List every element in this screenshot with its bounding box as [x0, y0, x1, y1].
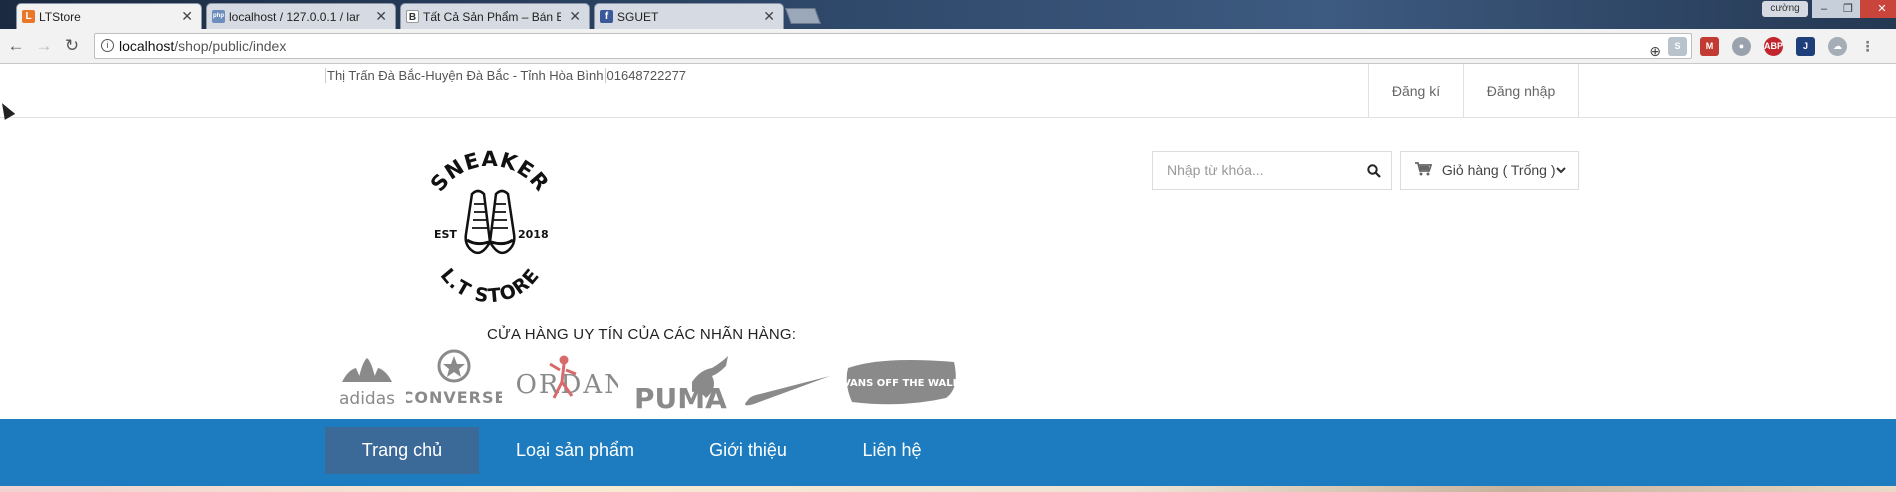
brands-title: CỬA HÀNG UY TÍN CỦA CÁC NHÃN HÀNG:	[487, 326, 797, 343]
info-icon[interactable]: i	[101, 39, 114, 52]
cart-dropdown[interactable]: Giỏ hàng ( Trống )	[1400, 151, 1579, 190]
top-info-bar: Thị Trấn Đà Bắc-Huyện Đà Bắc - Tỉnh Hòa …	[0, 64, 1896, 118]
close-tab-icon[interactable]: ✕	[763, 8, 775, 25]
url-host: localhost	[119, 38, 175, 54]
menu-icon[interactable]: ⋮	[1858, 37, 1877, 56]
nike-logo-icon[interactable]	[740, 348, 832, 418]
close-tab-icon[interactable]: ✕	[375, 8, 387, 25]
vans-logo-icon[interactable]: VANS OFF THE WALL	[842, 348, 960, 418]
adidas-logo-icon[interactable]: adidas	[334, 348, 400, 418]
store-phone: 01648722277	[604, 68, 688, 83]
tab-title: LTStore	[39, 9, 81, 24]
profile-button[interactable]: cường	[1762, 1, 1808, 17]
logo-year: 2018	[518, 228, 549, 241]
logo-bottom-text: L.T STORE	[436, 264, 544, 306]
logo-est: EST	[434, 228, 457, 241]
adblock-plus-icon[interactable]: ABP	[1764, 37, 1783, 56]
forward-arrow-icon[interactable]: →	[34, 36, 54, 56]
gmail-extension-icon[interactable]: M	[1700, 37, 1719, 56]
browser-tab-strip: L LTStore ✕ php localhost / 127.0.0.1 / …	[0, 0, 1896, 29]
page: Thị Trấn Đà Bắc-Huyện Đà Bắc - Tỉnh Hòa …	[0, 64, 1896, 492]
reload-icon[interactable]: ↻	[62, 36, 82, 56]
store-contact: Thị Trấn Đà Bắc-Huyện Đà Bắc - Tỉnh Hòa …	[325, 68, 688, 83]
tab-title: SGUET	[617, 9, 659, 24]
close-tab-icon[interactable]: ✕	[181, 8, 193, 25]
new-tab-button[interactable]	[785, 8, 821, 24]
nav-product-types[interactable]: Loại sản phẩm	[500, 427, 650, 474]
logo-top-text: SNEAKER	[426, 147, 554, 196]
window-controls: – ❐ ✕	[1812, 0, 1896, 18]
maximize-icon[interactable]: ❐	[1836, 0, 1860, 18]
tab-sguet[interactable]: f SGUET ✕	[594, 3, 784, 29]
chevron-down-icon	[1556, 152, 1566, 189]
cart-label: Giỏ hàng ( Trống )	[1441, 162, 1556, 178]
address-toolbar: ← → ↻ i localhost/shop/public/index ⊕ ☆ …	[0, 29, 1896, 64]
tab-all-products[interactable]: B Tất Cả Sản Phẩm – Bán B ✕	[400, 3, 590, 29]
skype-extension-icon[interactable]: S	[1668, 37, 1687, 56]
minimize-icon[interactable]: –	[1812, 0, 1836, 18]
close-tab-icon[interactable]: ✕	[569, 8, 581, 25]
login-link[interactable]: Đăng nhập	[1463, 64, 1579, 118]
nav-contact[interactable]: Liên hệ	[846, 427, 938, 474]
facebook-favicon-icon: f	[600, 10, 613, 23]
svg-text:VANS OFF THE WALL: VANS OFF THE WALL	[843, 378, 960, 389]
search-placeholder: Nhập từ khóa...	[1167, 162, 1264, 178]
cloud-extension-icon[interactable]: ☁	[1828, 37, 1847, 56]
jordan-logo-icon[interactable]: JORDAN	[514, 348, 618, 418]
url-bar[interactable]: i localhost/shop/public/index ⊕ ☆	[94, 33, 1692, 59]
tab-ltstore[interactable]: L LTStore ✕	[16, 3, 202, 29]
ltstore-favicon-icon: L	[22, 10, 35, 23]
svg-text:CONVERSE: CONVERSE	[406, 388, 502, 407]
bold-b-favicon-icon: B	[406, 10, 419, 23]
sneakers-icon	[464, 189, 516, 255]
nav-home[interactable]: Trang chủ	[325, 427, 479, 474]
tab-title: Tất Cả Sản Phẩm – Bán B	[423, 9, 561, 24]
puma-logo-icon[interactable]: PUMA	[630, 348, 734, 418]
tab-phpmyadmin[interactable]: php localhost / 127.0.0.1 / lar ✕	[206, 3, 396, 29]
url-path: /shop/public/index	[174, 38, 287, 54]
shopping-cart-icon	[1415, 162, 1436, 178]
back-arrow-icon[interactable]: ←	[6, 36, 26, 56]
svg-text:JORDAN: JORDAN	[514, 370, 618, 400]
search-input[interactable]: Nhập từ khóa...	[1152, 151, 1392, 190]
store-address: Thị Trấn Đà Bắc-Huyện Đà Bắc - Tỉnh Hòa …	[325, 68, 605, 83]
main-nav: Trang chủ Loại sản phẩm Giới thiệu Liên …	[0, 419, 1896, 486]
hero-banner	[0, 486, 1896, 492]
j-extension-icon[interactable]: J	[1796, 37, 1815, 56]
svg-text:adidas: adidas	[339, 389, 395, 409]
zoom-icon[interactable]: ⊕	[1649, 39, 1661, 63]
register-link[interactable]: Đăng kí	[1368, 64, 1463, 118]
nav-about[interactable]: Giới thiệu	[692, 427, 804, 474]
phpmyadmin-favicon-icon: php	[212, 10, 225, 23]
close-window-icon[interactable]: ✕	[1860, 0, 1896, 18]
converse-logo-icon[interactable]: CONVERSE	[406, 348, 502, 418]
tab-title: localhost / 127.0.0.1 / lar	[229, 9, 360, 24]
chat-extension-icon[interactable]: ●	[1732, 37, 1751, 56]
store-logo[interactable]: SNEAKER L.T STORE EST 2018	[410, 146, 570, 306]
search-icon[interactable]	[1367, 152, 1381, 189]
